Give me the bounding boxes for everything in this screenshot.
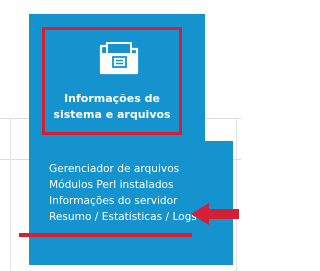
grid-line <box>10 118 11 271</box>
menu-item-summary-stats-logs[interactable]: Resumo / Estatísticas / Logs <box>49 209 197 225</box>
tile-title: Informações de sistema e arquivos <box>42 91 182 123</box>
grid-line <box>236 118 237 271</box>
annotation-arrow-icon <box>191 203 239 225</box>
menu-item-file-manager[interactable]: Gerenciador de arquivos <box>49 161 179 177</box>
menu-item-perl-modules[interactable]: Módulos Perl instalados <box>49 177 174 193</box>
tile-title-line1: Informações de <box>64 92 160 105</box>
folder-document-icon <box>99 42 139 75</box>
annotation-underline <box>19 233 192 237</box>
menu-item-server-info[interactable]: Informações do servidor <box>49 193 177 209</box>
tile-title-line2: sistema e arquivos <box>53 108 171 121</box>
